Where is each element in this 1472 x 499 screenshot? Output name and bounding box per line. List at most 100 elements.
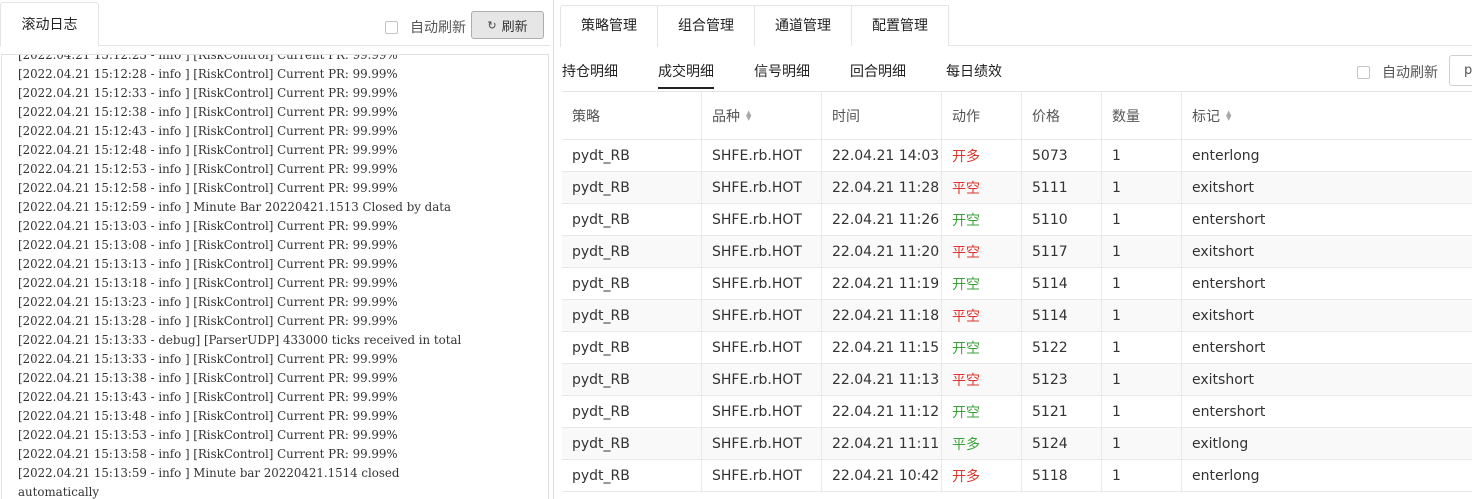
log-line: [2022.04.21 15:12:38 - info ] [RiskContr… (18, 105, 398, 119)
cell-symbol: SHFE.rb.HOT (702, 396, 822, 427)
cell-strategy: pydt_RB (562, 140, 702, 171)
subtab-daily-performance[interactable]: 每日绩效 (946, 61, 1002, 89)
auto-refresh-toggle[interactable]: 自动刷新 (385, 17, 466, 37)
log-line: [2022.04.21 15:13:48 - info ] [RiskContr… (18, 409, 398, 423)
cell-price: 5114 (1022, 268, 1102, 299)
log-tabbar: 滚动日志 自动刷新 ↻ 刷新 (0, 0, 550, 47)
cell-action: 平空 (942, 300, 1022, 331)
cell-action: 平空 (942, 236, 1022, 267)
log-line: [2022.04.21 15:13:18 - info ] [RiskContr… (18, 276, 398, 290)
cell-price: 5117 (1022, 236, 1102, 267)
log-line: [2022.04.21 15:13:08 - info ] [RiskContr… (18, 238, 398, 252)
cell-time: 22.04.21 11:12 (822, 396, 942, 427)
cell-action: 开多 (942, 460, 1022, 491)
cell-strategy: pydt_RB (562, 364, 702, 395)
cell-price: 5114 (1022, 300, 1102, 331)
log-panel: 滚动日志 自动刷新 ↻ 刷新 [2022.04.21 15:12:23 - in… (0, 0, 550, 499)
col-time[interactable]: 时间 (822, 92, 942, 139)
table-row[interactable]: pydt_RB SHFE.rb.HOT 22.04.21 11:19 开空 5114 1 e… (562, 268, 1472, 300)
table-row[interactable]: pydt_RB SHFE.rb.HOT 22.04.21 11:15 开空 5122 1 e… (562, 332, 1472, 364)
refresh-button[interactable]: ↻ 刷新 (471, 11, 544, 39)
log-line: automatically (18, 485, 100, 499)
col-price[interactable]: 价格 (1022, 92, 1102, 139)
filter-input[interactable]: p (1449, 55, 1472, 86)
table-row[interactable]: pydt_RB SHFE.rb.HOT 22.04.21 11:12 开空 5121 1 e… (562, 396, 1472, 428)
log-line: [2022.04.21 15:12:58 - info ] [RiskContr… (18, 181, 398, 195)
log-line: [2022.04.21 15:13:53 - info ] [RiskContr… (18, 428, 398, 442)
strategy-panel: 策略管理 组合管理 通道管理 配置管理 持仓明细 成交明细 信号明细 回合明细 … (560, 0, 1472, 499)
log-output[interactable]: [2022.04.21 15:12:23 - info ] [RiskContr… (1, 54, 549, 499)
log-lines: [2022.04.21 15:12:23 - info ] [RiskContr… (18, 55, 462, 499)
table-row[interactable]: pydt_RB SHFE.rb.HOT 22.04.21 11:11 平多 5124 1 e… (562, 428, 1472, 460)
main-tabbar: 策略管理 组合管理 通道管理 配置管理 (560, 0, 1472, 47)
subtab-rounds[interactable]: 回合明细 (850, 61, 906, 89)
cell-time: 22.04.21 10:42 (822, 460, 942, 491)
cell-qty: 1 (1102, 236, 1182, 267)
subtab-signals[interactable]: 信号明细 (754, 61, 810, 89)
tab-config-management[interactable]: 配置管理 (851, 5, 949, 46)
cell-tag: exitshort (1192, 243, 1255, 260)
refresh-icon: ↻ (487, 18, 497, 32)
sort-icon[interactable]: ▲ ▼ (746, 109, 751, 121)
table-row[interactable]: pydt_RB SHFE.rb.HOT 22.04.21 11:28 平空 5111 1 e… (562, 172, 1472, 204)
log-line: [2022.04.21 15:12:28 - info ] [RiskContr… (18, 67, 398, 81)
cell-tag: exitshort (1192, 307, 1255, 324)
sub-auto-refresh-checkbox[interactable] (1357, 65, 1370, 79)
cell-strategy: pydt_RB (562, 172, 702, 203)
auto-refresh-checkbox[interactable] (385, 20, 398, 34)
cell-time: 22.04.21 11:20 (822, 236, 942, 267)
cell-symbol: SHFE.rb.HOT (702, 172, 822, 203)
tab-strategy-management[interactable]: 策略管理 (560, 5, 658, 47)
col-strategy[interactable]: 策略 (562, 92, 702, 139)
table-row[interactable]: pydt_RB SHFE.rb.HOT 22.04.21 10:42 开多 5118 1 e… (562, 460, 1472, 492)
table-row[interactable]: pydt_RB SHFE.rb.HOT 22.04.21 11:18 平空 5114 1 e… (562, 300, 1472, 332)
log-line: [2022.04.21 15:13:33 - debug] [ParserUDP… (18, 333, 462, 347)
log-line: [2022.04.21 15:13:28 - info ] [RiskContr… (18, 314, 398, 328)
cell-time: 22.04.21 11:18 (822, 300, 942, 331)
log-line: [2022.04.21 15:13:38 - info ] [RiskContr… (18, 371, 398, 385)
cell-qty: 1 (1102, 428, 1182, 459)
col-tag[interactable]: 标记 ▲ ▼ (1182, 92, 1472, 139)
cell-action: 开空 (942, 396, 1022, 427)
table-row[interactable]: pydt_RB SHFE.rb.HOT 22.04.21 11:20 平空 5117 1 e… (562, 236, 1472, 268)
col-action[interactable]: 动作 (942, 92, 1022, 139)
cell-symbol: SHFE.rb.HOT (702, 300, 822, 331)
tab-channel-management[interactable]: 通道管理 (754, 5, 852, 46)
cell-price: 5123 (1022, 364, 1102, 395)
cell-strategy: pydt_RB (562, 300, 702, 331)
refresh-label: 刷新 (501, 19, 528, 35)
sort-icon[interactable]: ▲ ▼ (1226, 109, 1231, 121)
table-row[interactable]: pydt_RB SHFE.rb.HOT 22.04.21 11:26 开空 5110 1 e… (562, 204, 1472, 236)
table-row[interactable]: pydt_RB SHFE.rb.HOT 22.04.21 14:03 开多 5073 1 e… (562, 140, 1472, 172)
sub-auto-refresh-label: 自动刷新 (1382, 65, 1438, 81)
col-symbol[interactable]: 品种 ▲ ▼ (702, 92, 822, 139)
tab-portfolio-management[interactable]: 组合管理 (657, 5, 755, 46)
sub-auto-refresh-toggle[interactable]: 自动刷新 (1357, 62, 1438, 82)
panel-divider[interactable] (553, 0, 554, 499)
cell-qty: 1 (1102, 300, 1182, 331)
col-tag-label: 标记 (1192, 108, 1220, 125)
cell-strategy: pydt_RB (562, 236, 702, 267)
subtab-positions[interactable]: 持仓明细 (562, 61, 618, 89)
log-line: [2022.04.21 15:13:23 - info ] [RiskContr… (18, 295, 398, 309)
log-line: [2022.04.21 15:13:03 - info ] [RiskContr… (18, 219, 398, 233)
cell-tag: entershort (1192, 275, 1266, 292)
cell-tag: entershort (1192, 339, 1266, 356)
cell-symbol: SHFE.rb.HOT (702, 460, 822, 491)
tab-scroll-log[interactable]: 滚动日志 (0, 2, 99, 47)
log-line: [2022.04.21 15:12:53 - info ] [RiskContr… (18, 162, 398, 176)
cell-tag: enterlong (1192, 467, 1260, 484)
cell-time: 22.04.21 11:11 (822, 428, 942, 459)
cell-strategy: pydt_RB (562, 396, 702, 427)
col-qty[interactable]: 数量 (1102, 92, 1182, 139)
cell-action: 平空 (942, 172, 1022, 203)
cell-symbol: SHFE.rb.HOT (702, 268, 822, 299)
cell-qty: 1 (1102, 364, 1182, 395)
cell-symbol: SHFE.rb.HOT (702, 364, 822, 395)
log-line: [2022.04.21 15:13:58 - info ] [RiskContr… (18, 447, 398, 461)
subtab-trades[interactable]: 成交明细 (658, 61, 714, 89)
cell-qty: 1 (1102, 204, 1182, 235)
table-row[interactable]: pydt_RB SHFE.rb.HOT 22.04.21 11:13 平空 5123 1 e… (562, 364, 1472, 396)
table-header: 策略 品种 ▲ ▼ 时间 动作 价格 数量 标记 ▲ ▼ (562, 92, 1472, 140)
col-strategy-label: 策略 (572, 108, 600, 125)
